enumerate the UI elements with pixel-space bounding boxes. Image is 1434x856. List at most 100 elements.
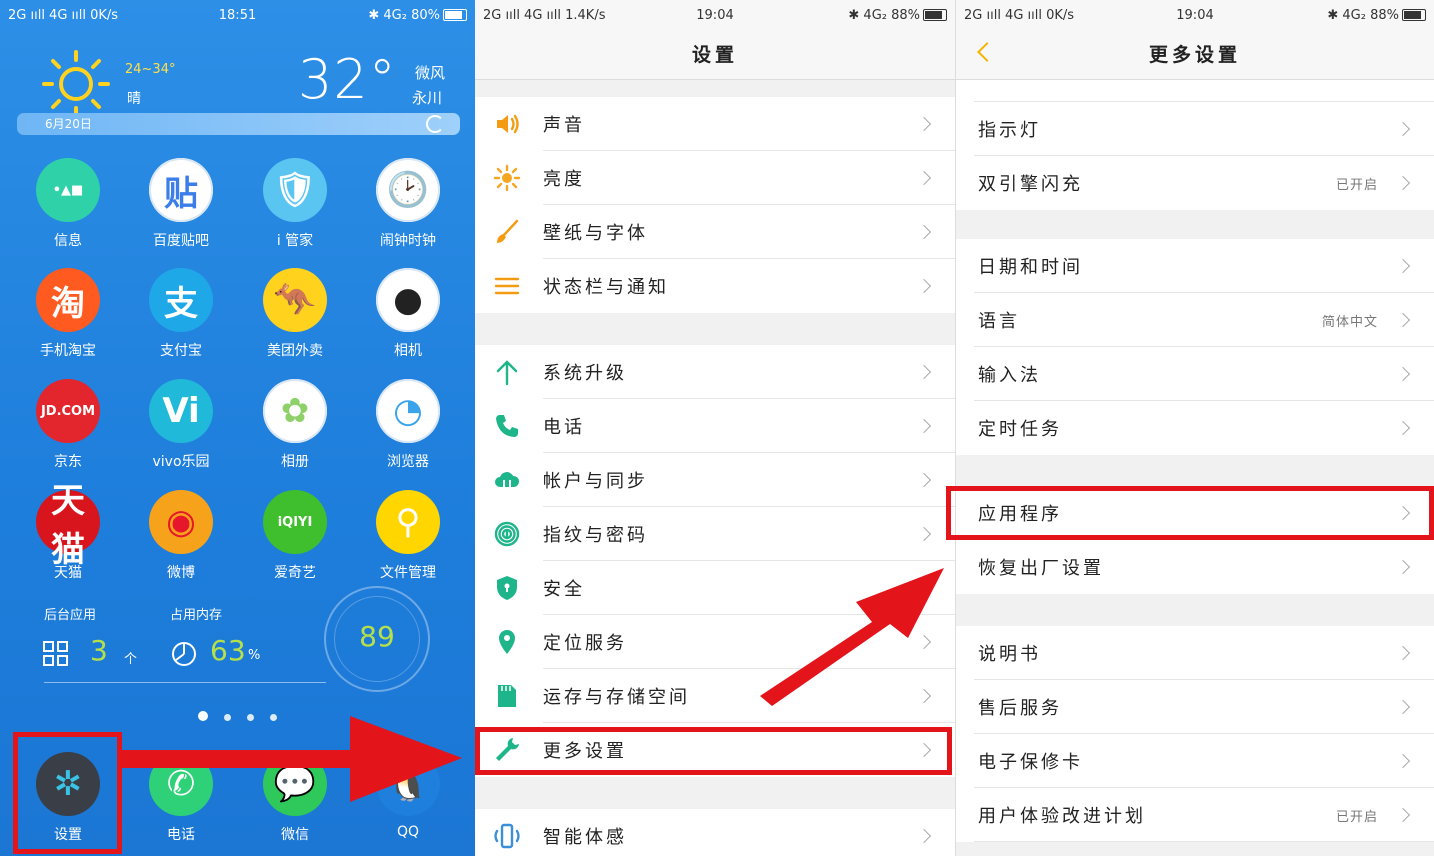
more-item-0[interactable]: 指示灯 [956,102,1434,156]
settings-item-0[interactable]: 声音 [475,97,955,151]
page-dot [270,714,277,721]
app-logo-icon: 🐧 [376,752,440,816]
app-label: 支付宝 [160,343,202,359]
app-icon-6[interactable]: 🦘 美团外卖 [245,268,345,360]
system-widget[interactable]: 后台应用 占用内存 3 个 63 % 89 [40,586,460,692]
more-item-10[interactable]: 电子保修卡 [956,734,1434,788]
app-logo-icon: •▲■ [36,158,100,222]
chevron-right-icon [916,170,932,186]
clock: 19:04 [696,7,734,23]
app-label: 微博 [167,565,195,581]
app-logo-icon: 天猫 [36,481,100,570]
chevron-right-icon [1395,312,1411,328]
app-icon-8[interactable]: JD.COM 京东 [18,379,118,471]
chevron-right-icon [1395,699,1411,715]
settings-item-4[interactable]: 系统升级 [475,345,955,399]
app-icon-1[interactable]: 贴百度贴吧 [131,158,231,250]
dock-app-3[interactable]: 🐧 QQ [358,752,458,840]
lines-icon [493,272,521,300]
settings-item-3[interactable]: 状态栏与通知 [475,259,955,313]
memory-value: 63 [210,634,246,667]
app-icon-0[interactable]: •▲■ 信息 [18,158,118,250]
settings-item-11[interactable]: 更多设置 [475,723,955,777]
clock: 18:51 [218,7,257,23]
settings-item-9[interactable]: 定位服务 [475,615,955,669]
app-logo-icon: JD.COM [36,379,100,443]
background-apps-unit: 个 [124,652,138,667]
chevron-right-icon [916,472,932,488]
widget-divider [44,682,326,683]
app-logo-icon: ✲ [36,752,100,816]
app-logo-icon: 🦘 [263,268,327,332]
app-label: i 管家 [276,233,314,249]
chevron-right-icon [1395,645,1411,661]
settings-item-10[interactable]: 运存与存储空间 [475,669,955,723]
app-logo-icon: 支 [149,268,213,332]
more-item-1[interactable]: 双引擎闪充 已开启 [956,156,1434,210]
chevron-right-icon [916,224,932,240]
app-icon-13[interactable]: ◉ 微博 [131,490,231,582]
settings-item-label: 更多设置 [543,741,627,762]
wrench-icon [493,736,521,764]
app-icon-4[interactable]: 淘手机淘宝 [18,268,118,360]
date-label: 6月20日 [45,117,92,131]
app-icon-9[interactable]: Vi vivo乐园 [131,379,231,471]
apps-grid-icon [43,641,68,666]
app-icon-7[interactable]: ● 相机 [358,268,458,360]
app-icon-12[interactable]: 天猫 天猫 [18,481,118,582]
app-label: 文件管理 [380,565,436,581]
app-label: 相册 [281,454,309,470]
sun-icon [42,50,110,118]
chevron-right-icon [916,828,932,844]
more-item-6[interactable]: 应用程序 [956,486,1434,540]
settings-item-7[interactable]: 指纹与密码 [475,507,955,561]
settings-item-label: 定位服务 [543,633,627,654]
app-label: 闹钟时钟 [380,233,436,249]
settings-item-6[interactable]: 帐户与同步 [475,453,955,507]
app-icon-14[interactable]: iQIYI 爱奇艺 [245,490,345,582]
settings-item-2[interactable]: 壁纸与字体 [475,205,955,259]
back-chevron-icon[interactable] [977,42,997,62]
settings-item-label: 智能体感 [543,827,627,848]
app-icon-2[interactable]: 🛡 i 管家 [245,158,345,250]
settings-item-8[interactable]: 安全 [475,561,955,615]
app-logo-icon: ◔ [376,379,440,443]
more-item-7[interactable]: 恢复出厂设置 [956,540,1434,594]
settings-item-label: 电话 [543,417,585,438]
more-item-3[interactable]: 语言 简体中文 [956,293,1434,347]
app-icon-10[interactable]: ✿ 相册 [245,379,345,471]
app-logo-icon: ● [376,268,440,332]
settings-item-label: 状态栏与通知 [543,277,669,298]
settings-item-12[interactable]: 智能体感 [475,809,955,856]
more-item-2[interactable]: 日期和时间 [956,239,1434,293]
refresh-icon[interactable] [426,115,444,133]
settings-item-5[interactable]: 电话 [475,399,955,453]
settings-item-1[interactable]: 亮度 [475,151,955,205]
score-value: 89 [359,620,395,653]
phone-gesture-icon [493,822,521,850]
home-screen: 2G ııll 4G ııll 0K/s 18:51 ✱ 4G₂ 80% 24~… [0,0,475,856]
app-icon-11[interactable]: ◔ 浏览器 [358,379,458,471]
dock-app-1[interactable]: ✆ 电话 [131,752,231,844]
app-icon-5[interactable]: 支支付宝 [131,268,231,360]
more-item-8[interactable]: 说明书 [956,626,1434,680]
app-icon-3[interactable]: 🕑 闹钟时钟 [358,158,458,250]
more-item-label: 电子保修卡 [978,752,1083,773]
more-item-11[interactable]: 用户体验改进计划 已开启 [956,788,1434,842]
status-bar: 2G ııll 4G ııll 0K/s 19:04 ✱ 4G₂ 88% [956,0,1434,30]
settings-screen: 2G ııll 4G ııll 1.4K/s 19:04 ✱ 4G₂ 88% 设… [475,0,955,856]
app-icon-15[interactable]: ⚲ 文件管理 [358,490,458,582]
more-item-label: 指示灯 [978,120,1041,141]
background-apps-label: 后台应用 [44,608,97,623]
dock-app-0[interactable]: ✲ 设置 [18,752,118,844]
battery-status: ✱ 4G₂ 88% [1272,8,1426,23]
score-ring[interactable]: 89 [324,586,430,692]
more-item-5[interactable]: 定时任务 [956,401,1434,455]
more-item-4[interactable]: 输入法 [956,347,1434,401]
chevron-right-icon [916,580,932,596]
settings-item-label: 壁纸与字体 [543,223,648,244]
dock-app-2[interactable]: 💬 微信 [245,752,345,844]
page-indicator [0,706,475,725]
more-item-9[interactable]: 售后服务 [956,680,1434,734]
settings-item-label: 帐户与同步 [543,471,648,492]
